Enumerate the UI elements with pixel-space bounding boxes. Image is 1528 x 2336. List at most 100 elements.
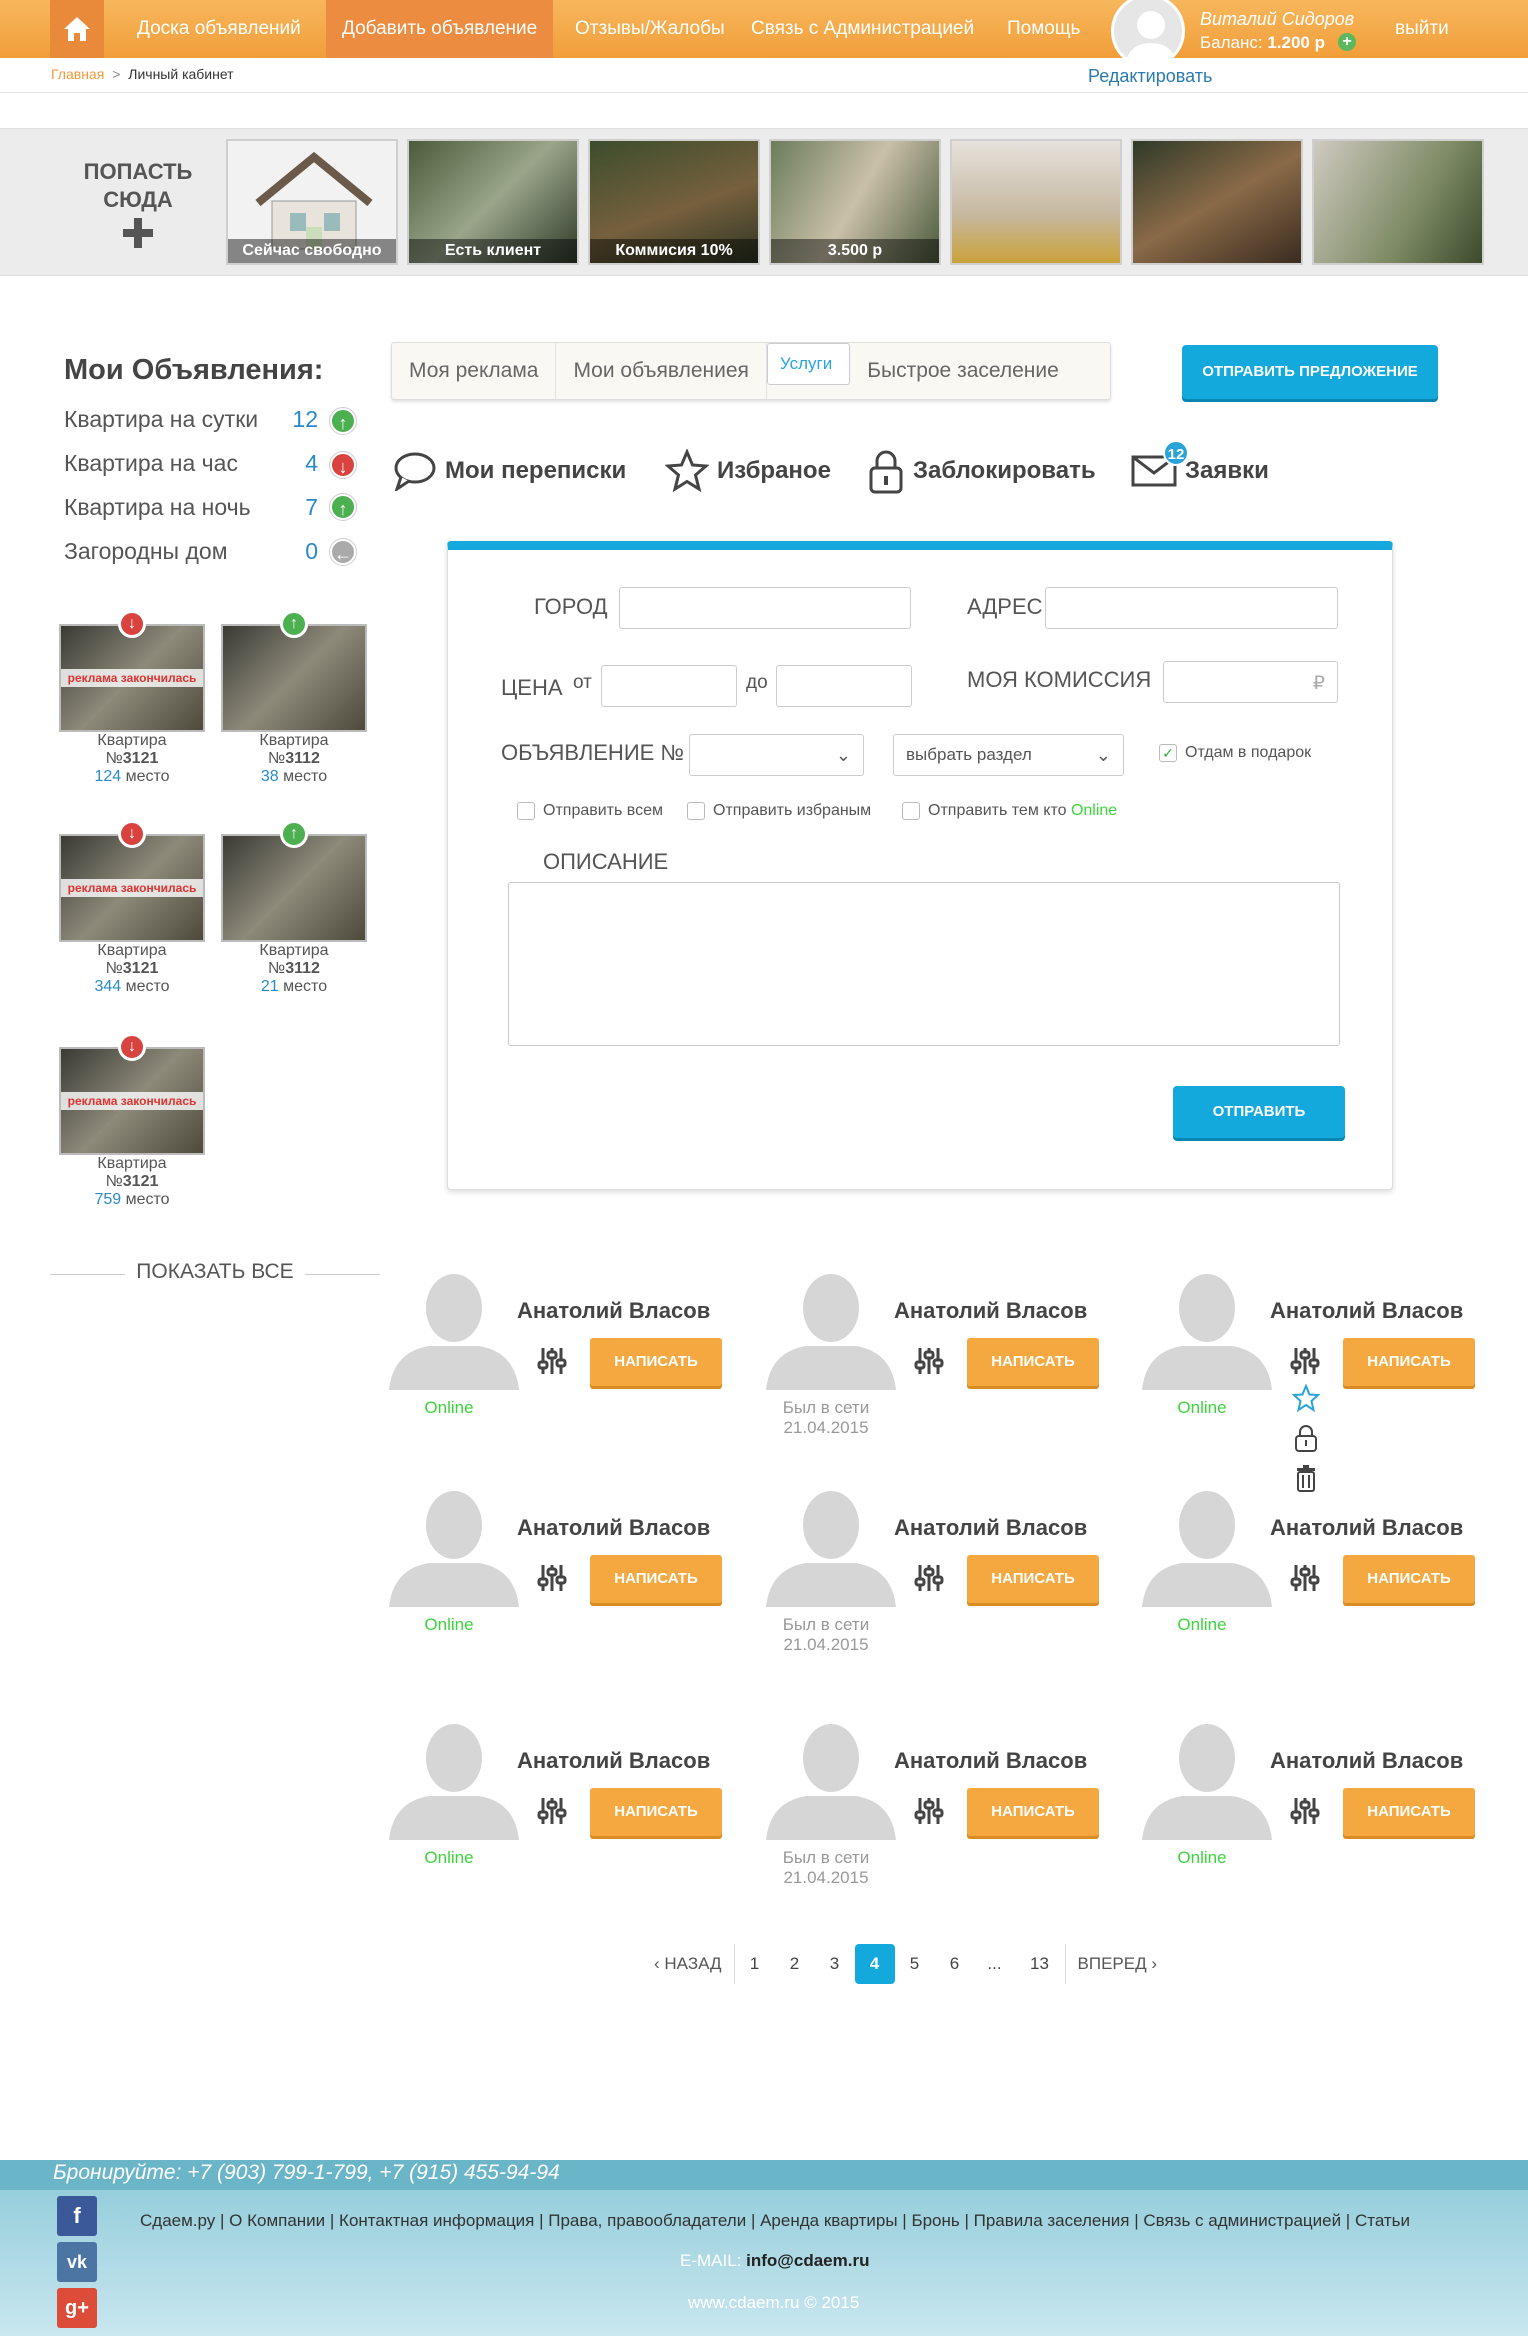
ad-card-image[interactable]: реклама закончилась [59, 834, 205, 942]
write-button[interactable]: НАПИСАТЬ [590, 1338, 722, 1386]
user-avatar[interactable] [389, 1485, 519, 1607]
promo-thumb[interactable] [950, 139, 1122, 265]
breadcrumb-home[interactable]: Главная [51, 66, 104, 82]
ad-card[interactable]: ↑ Квартира №3112 21 место [221, 820, 367, 996]
user-name[interactable]: Анатолий Власов [517, 1515, 710, 1541]
page-link[interactable]: 5 [895, 1944, 935, 1984]
category-label[interactable]: Загородны дом [64, 538, 228, 565]
facebook-icon[interactable]: f [57, 2196, 97, 2236]
send-online-checkbox[interactable]: Отправить тем кто Online [902, 802, 1117, 820]
settings-sliders-icon[interactable] [537, 1796, 567, 1826]
send-favorites-checkbox[interactable]: Отправить избраным [687, 802, 871, 820]
arrow-up-icon[interactable]: ↑ [280, 610, 308, 638]
arrow-up-icon[interactable]: ↑ [330, 494, 356, 520]
section-select[interactable]: выбрать раздел ⌄ [893, 734, 1124, 776]
favorites-link[interactable]: Избраное [665, 448, 831, 494]
description-textarea[interactable] [508, 882, 1340, 1046]
user-avatar[interactable] [1142, 1718, 1272, 1840]
show-all-link[interactable]: ПОКАЗАТЬ ВСЕ [50, 1260, 380, 1284]
lock-icon[interactable] [1292, 1424, 1320, 1452]
promo-thumb[interactable]: 3.500 р [769, 139, 941, 265]
user-avatar[interactable] [766, 1718, 896, 1840]
ad-card[interactable]: реклама закончилась ↓ Квартира №3121 124… [59, 610, 205, 786]
user-avatar[interactable] [1142, 1485, 1272, 1607]
page-link[interactable]: 2 [775, 1944, 815, 1984]
address-input[interactable] [1045, 587, 1338, 629]
user-name[interactable]: Анатолий Власов [1270, 1748, 1463, 1774]
arrow-down-icon[interactable]: ↓ [118, 1033, 146, 1061]
tab-quick-checkin[interactable]: Быстрое заселение [850, 343, 1076, 399]
email-link[interactable]: info@cdaem.ru [746, 2251, 869, 2270]
chats-link[interactable]: Мои переписки [393, 448, 626, 494]
user-name[interactable]: Анатолий Власов [1270, 1515, 1463, 1541]
ad-card-image[interactable] [221, 624, 367, 732]
write-button[interactable]: НАПИСАТЬ [967, 1555, 1099, 1603]
user-avatar[interactable] [766, 1485, 896, 1607]
arrow-down-icon[interactable]: ↓ [330, 452, 356, 478]
settings-sliders-icon[interactable] [537, 1346, 567, 1376]
promo-thumb[interactable]: Есть клиент [407, 139, 579, 265]
plus-icon[interactable] [123, 218, 153, 248]
user-name[interactable]: Анатолий Власов [894, 1515, 1087, 1541]
write-button[interactable]: НАПИСАТЬ [1343, 1555, 1475, 1603]
commission-input[interactable]: ₽ [1163, 661, 1338, 703]
next-page-link[interactable]: ВПЕРЕД › [1066, 1944, 1170, 1984]
footer-links[interactable]: Сдаем.ру | О Компании | Контактная инфор… [140, 2211, 1410, 2231]
add-balance-icon[interactable]: + [1338, 33, 1356, 51]
page-link[interactable]: 13 [1015, 1944, 1065, 1984]
nav-reviews[interactable]: Отзывы/Жалобы [559, 0, 741, 58]
get-here-label[interactable]: ПОПАСТЬ СЮДА [70, 158, 206, 214]
write-button[interactable]: НАПИСАТЬ [590, 1788, 722, 1836]
nav-help[interactable]: Помощь [991, 0, 1096, 58]
ad-card[interactable]: ↑ Квартира №3112 38 место [221, 610, 367, 786]
star-icon[interactable] [1292, 1384, 1320, 1412]
home-button[interactable] [50, 0, 104, 58]
requests-link[interactable]: Заявки [1131, 448, 1269, 494]
arrow-back-icon[interactable]: ← [330, 539, 356, 565]
settings-sliders-icon[interactable] [537, 1563, 567, 1593]
tab-services[interactable]: Услуги [766, 343, 851, 385]
promo-thumb[interactable]: Сейчас свободно [226, 139, 398, 265]
ad-card-image[interactable]: реклама закончилась [59, 624, 205, 732]
ad-number-select[interactable]: ⌄ [689, 734, 864, 776]
edit-profile-link[interactable]: Редактировать [1088, 66, 1212, 87]
user-name[interactable]: Анатолий Власов [1270, 1298, 1463, 1324]
user-avatar[interactable] [766, 1268, 896, 1390]
price-to-input[interactable] [776, 665, 912, 707]
promo-thumb[interactable]: Коммисия 10% [588, 139, 760, 265]
send-all-checkbox[interactable]: Отправить всем [517, 802, 663, 820]
promo-thumb[interactable] [1131, 139, 1303, 265]
user-avatar[interactable] [1142, 1268, 1272, 1390]
user-name[interactable]: Виталий Сидоров [1200, 9, 1354, 30]
tab-my-ads[interactable]: Моя реклама [392, 343, 557, 399]
category-label[interactable]: Квартира на час [64, 450, 238, 477]
logout-link[interactable]: выйти [1395, 18, 1449, 40]
prev-page-link[interactable]: ‹ НАЗАД [642, 1944, 734, 1984]
user-avatar[interactable] [389, 1718, 519, 1840]
user-name[interactable]: Анатолий Власов [894, 1748, 1087, 1774]
price-from-input[interactable] [601, 665, 737, 707]
gift-checkbox[interactable]: ✓ Отдам в подарок [1159, 744, 1311, 762]
arrow-down-icon[interactable]: ↓ [118, 820, 146, 848]
nav-add-ad[interactable]: Добавить объявление [326, 0, 554, 58]
promo-thumb[interactable] [1312, 139, 1484, 265]
settings-sliders-icon[interactable] [914, 1346, 944, 1376]
write-button[interactable]: НАПИСАТЬ [967, 1788, 1099, 1836]
tab-my-listings[interactable]: Мои объявлениея [556, 343, 767, 399]
nav-contact-admin[interactable]: Связь с Администрацией [735, 0, 990, 58]
settings-sliders-icon[interactable] [1290, 1796, 1320, 1826]
city-input[interactable] [619, 587, 911, 629]
page-link[interactable]: 3 [815, 1944, 855, 1984]
send-offer-button[interactable]: ОТПРАВИТЬ ПРЕДЛОЖЕНИЕ [1182, 345, 1438, 399]
block-link[interactable]: Заблокировать [867, 448, 1096, 494]
write-button[interactable]: НАПИСАТЬ [1343, 1788, 1475, 1836]
write-button[interactable]: НАПИСАТЬ [967, 1338, 1099, 1386]
page-link[interactable]: 1 [735, 1944, 775, 1984]
ad-card-image[interactable] [221, 834, 367, 942]
page-link-current[interactable]: 4 [854, 1944, 895, 1984]
google-plus-icon[interactable]: g+ [57, 2288, 97, 2328]
arrow-down-icon[interactable]: ↓ [118, 610, 146, 638]
ad-card[interactable]: реклама закончилась ↓ Квартира №3121 759… [59, 1033, 205, 1209]
user-avatar[interactable] [389, 1268, 519, 1390]
ad-card[interactable]: реклама закончилась ↓ Квартира №3121 344… [59, 820, 205, 996]
